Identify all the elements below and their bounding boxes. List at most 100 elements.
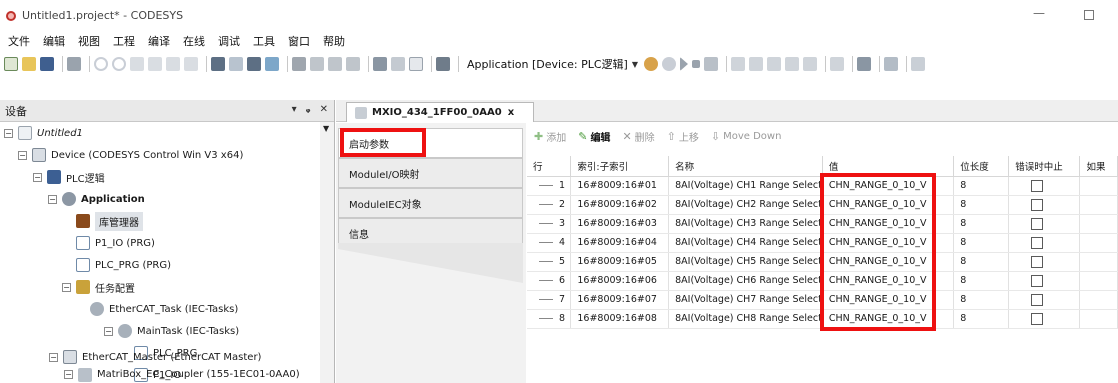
menu-help[interactable]: 帮助: [323, 33, 345, 49]
edit-button[interactable]: ✎ 编辑: [578, 129, 610, 144]
replace-icon[interactable]: [229, 57, 243, 71]
menu-online[interactable]: 在线: [183, 33, 205, 49]
tree-node-coupler[interactable]: − MatriBox_EC_Coupler (155-1EC01-0AA0): [64, 366, 300, 383]
tree-scrollbar[interactable]: ▼: [320, 122, 334, 383]
undo-icon[interactable]: [94, 57, 108, 71]
value-cell[interactable]: CHN_RANGE_0_10_V: [822, 233, 955, 253]
minimize-button[interactable]: —: [1030, 6, 1048, 24]
write-values-icon[interactable]: [856, 57, 871, 71]
open-icon[interactable]: [22, 57, 36, 71]
menu-build[interactable]: 编译: [148, 33, 170, 49]
menu-view[interactable]: 视图: [78, 33, 100, 49]
maximize-button[interactable]: [1084, 10, 1094, 20]
value-cell[interactable]: CHN_RANGE_0_10_V: [822, 252, 955, 272]
step-over-icon[interactable]: [730, 57, 745, 71]
tree-node-device[interactable]: − Device (CODESYS Control Win V3 x64): [18, 144, 243, 166]
value-cell[interactable]: CHN_RANGE_0_10_V: [822, 176, 955, 196]
abort-on-error-checkbox[interactable]: [1031, 255, 1044, 268]
tab-module-io-mapping[interactable]: ModuleI/O映射: [338, 158, 523, 188]
build-icon[interactable]: [373, 57, 387, 71]
column-header-row[interactable]: 行: [527, 156, 572, 177]
table-row[interactable]: 3 16#8009:16#03 8AI(Voltage) CH3 Range Sel…: [527, 214, 1118, 234]
column-header-bit-length[interactable]: 位长度: [953, 156, 1010, 177]
abort-on-error-checkbox[interactable]: [1031, 312, 1044, 325]
collapse-icon[interactable]: −: [62, 282, 71, 292]
set-next-statement-icon[interactable]: [802, 57, 817, 71]
value-cell[interactable]: CHN_RANGE_0_10_V: [822, 214, 955, 234]
delete-button[interactable]: ✕ 删除: [622, 129, 654, 144]
show-current-statement-icon[interactable]: [829, 57, 844, 71]
table-row[interactable]: 7 16#8009:16#07 8AI(Voltage) CH7 Range Sel…: [527, 290, 1118, 310]
tree-node-project[interactable]: − Untitled1: [4, 122, 83, 144]
step-out-icon[interactable]: [766, 57, 781, 71]
table-row[interactable]: 1 16#8009:16#01 8AI(Voltage) CH1 Range Sel…: [527, 176, 1118, 196]
bookmark-icon[interactable]: [292, 57, 306, 71]
menu-edit[interactable]: 编辑: [43, 33, 65, 49]
abort-on-error-checkbox[interactable]: [1031, 217, 1044, 230]
panel-menu-button[interactable]: ▾: [292, 104, 297, 115]
menu-debug[interactable]: 调试: [218, 33, 240, 49]
table-row[interactable]: 6 16#8009:16#06 8AI(Voltage) CH6 Range Sel…: [527, 271, 1118, 291]
move-down-button[interactable]: ⇩ Move Down: [711, 130, 782, 143]
replace-in-project-icon[interactable]: [265, 57, 279, 71]
column-header-value[interactable]: 值: [822, 156, 955, 177]
step-into-icon[interactable]: [748, 57, 763, 71]
abort-on-error-checkbox[interactable]: [1031, 198, 1044, 211]
table-row[interactable]: 5 16#8009:16#05 8AI(Voltage) CH5 Range Sel…: [527, 252, 1118, 272]
menu-tools[interactable]: 工具: [253, 33, 275, 49]
find-icon[interactable]: [211, 57, 225, 71]
unforce-values-icon[interactable]: [910, 57, 925, 71]
panel-close-button[interactable]: ✕: [320, 104, 328, 115]
collapse-icon[interactable]: −: [104, 326, 113, 336]
login-icon[interactable]: [643, 57, 658, 71]
cut-icon[interactable]: [130, 57, 144, 71]
abort-on-error-checkbox[interactable]: [1031, 179, 1044, 192]
bookmark-prev-icon[interactable]: [328, 57, 342, 71]
abort-on-error-checkbox[interactable]: [1031, 236, 1044, 249]
table-row[interactable]: 2 16#8009:16#02 8AI(Voltage) CH2 Range Sel…: [527, 195, 1118, 215]
force-values-icon[interactable]: [883, 57, 898, 71]
delete-icon[interactable]: [184, 57, 198, 71]
value-cell[interactable]: CHN_RANGE_0_10_V: [822, 195, 955, 215]
abort-on-error-checkbox[interactable]: [1031, 274, 1044, 287]
scroll-up-icon[interactable]: ▼: [323, 124, 329, 133]
active-application-selector[interactable]: Application [Device: PLC逻辑]: [467, 56, 628, 72]
tree-node-p1-io-prg[interactable]: P1_IO (PRG): [76, 232, 155, 254]
generate-code-icon[interactable]: [391, 57, 405, 71]
run-to-cursor-icon[interactable]: [784, 57, 799, 71]
find-in-project-icon[interactable]: [247, 57, 261, 71]
device-window-icon[interactable]: [436, 57, 450, 71]
abort-on-error-checkbox[interactable]: [1031, 293, 1044, 306]
collapse-icon[interactable]: −: [33, 172, 42, 182]
copy-icon[interactable]: [148, 57, 162, 71]
move-up-button[interactable]: ⇧ 上移: [667, 129, 699, 144]
save-icon[interactable]: [40, 57, 54, 71]
add-button[interactable]: ✚ 添加: [534, 129, 566, 144]
column-header-abort-on-error[interactable]: 错误时中止: [1008, 156, 1081, 177]
bookmark-next-icon[interactable]: [310, 57, 324, 71]
tree-node-ethercat-task[interactable]: EtherCAT_Task (IEC-Tasks): [90, 298, 238, 320]
collapse-icon[interactable]: −: [64, 370, 73, 379]
value-cell[interactable]: CHN_RANGE_0_10_V: [822, 271, 955, 291]
tree-node-plc-logic[interactable]: − PLC逻辑: [33, 166, 105, 188]
collapse-icon[interactable]: −: [18, 150, 27, 160]
column-header-index[interactable]: 索引:子索引: [570, 156, 670, 177]
close-icon[interactable]: x: [508, 107, 514, 118]
menu-file[interactable]: 文件: [8, 33, 30, 49]
column-header-if[interactable]: 如果: [1079, 156, 1118, 177]
table-row[interactable]: 8 16#8009:16#08 8AI(Voltage) CH8 Range Sel…: [527, 309, 1118, 329]
new-project-icon[interactable]: [4, 57, 18, 71]
reset-icon[interactable]: [703, 57, 718, 71]
tree-node-ethercat-master[interactable]: − EtherCAT_Master (EtherCAT Master): [49, 346, 261, 368]
table-row[interactable]: 4 16#8009:16#04 8AI(Voltage) CH4 Range Sel…: [527, 233, 1118, 253]
tree-node-main-task[interactable]: − MainTask (IEC-Tasks): [104, 320, 239, 342]
print-icon[interactable]: [67, 57, 81, 71]
redo-icon[interactable]: [112, 57, 126, 71]
chevron-down-icon[interactable]: ▼: [632, 60, 638, 69]
tab-module-iec-objects[interactable]: ModuleIEC对象: [338, 188, 523, 218]
paste-icon[interactable]: [166, 57, 180, 71]
column-header-name[interactable]: 名称: [668, 156, 823, 177]
collapse-icon[interactable]: −: [4, 128, 13, 138]
panel-pin-button[interactable]: ᵩ: [306, 104, 311, 115]
collapse-icon[interactable]: −: [48, 194, 57, 204]
